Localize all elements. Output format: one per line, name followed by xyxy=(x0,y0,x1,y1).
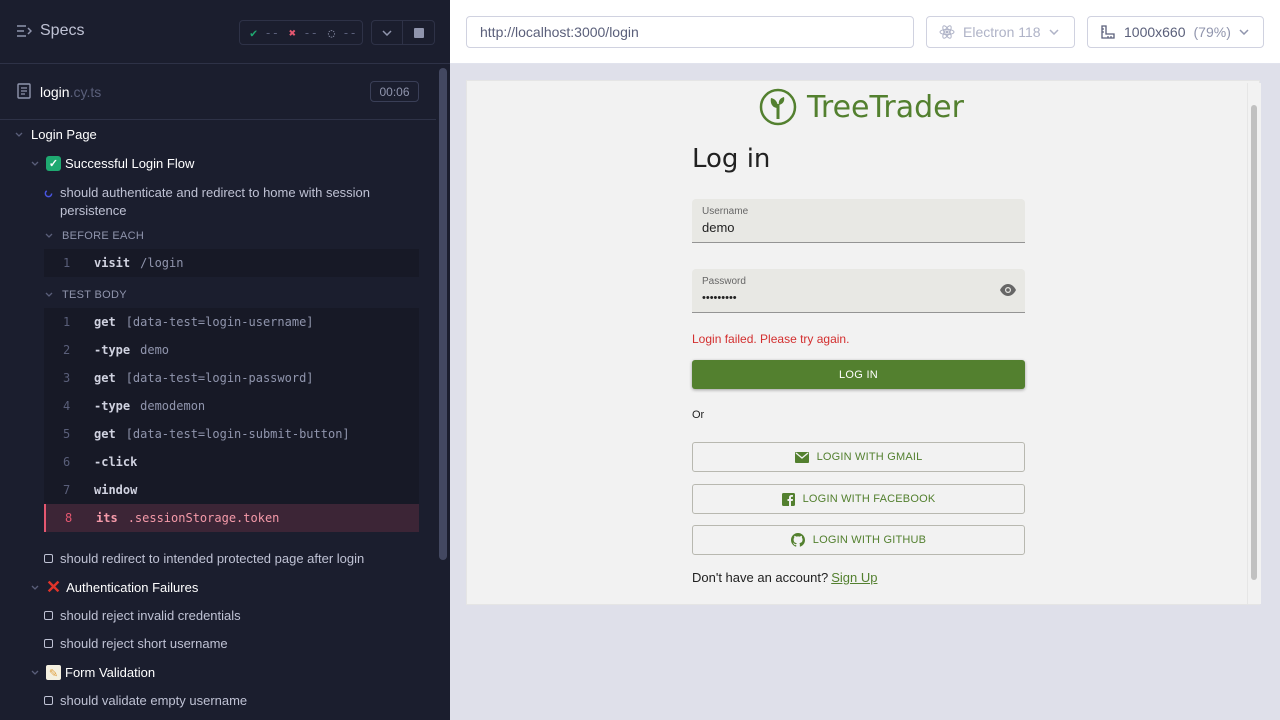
chevron-down-icon xyxy=(382,29,392,36)
running-spinner-icon xyxy=(44,189,53,198)
test-stats: ✔ -- ✖ -- ◌ -- xyxy=(239,20,363,45)
aut-header: http://localhost:3000/login Electron 118… xyxy=(450,0,1280,64)
chevron-down-icon xyxy=(31,161,39,166)
failed-count: ✖ -- xyxy=(288,25,318,40)
test-reject-short-username[interactable]: should reject short username xyxy=(44,636,228,651)
chevron-down-icon xyxy=(45,292,53,297)
aut-panel: http://localhost:3000/login Electron 118… xyxy=(450,0,1280,720)
command-row[interactable]: 7 window xyxy=(44,476,419,504)
command-row[interactable]: 1 get [data-test=login-username] xyxy=(44,308,419,336)
document-icon xyxy=(17,83,31,99)
chevron-down-icon xyxy=(31,585,39,590)
runner-scroll-thumb[interactable] xyxy=(439,68,447,560)
password-field[interactable]: Password ••••••••• xyxy=(692,269,1025,313)
pending-test-icon xyxy=(44,639,53,648)
browser-selector[interactable]: Electron 118 xyxy=(926,16,1075,48)
viewport-selector[interactable]: 1000x660 (79%) xyxy=(1087,16,1264,48)
facebook-icon xyxy=(781,492,795,506)
username-field[interactable]: Username demo xyxy=(692,199,1025,243)
tree-logo-icon xyxy=(759,88,797,126)
suite-login-page[interactable]: Login Page xyxy=(14,127,97,142)
signup-link[interactable]: Sign Up xyxy=(831,570,877,585)
pending-test-icon xyxy=(44,554,53,563)
chevron-down-icon xyxy=(15,132,23,137)
command-row[interactable]: 5 get [data-test=login-submit-button] xyxy=(44,420,419,448)
hook-test-body[interactable]: TEST BODY xyxy=(44,289,127,301)
memo-emoji-icon: ✎ xyxy=(46,665,61,680)
page-title: Log in xyxy=(692,144,771,174)
x-icon: ✖ xyxy=(288,25,297,40)
command-row[interactable]: 6 -click xyxy=(44,448,419,476)
signup-prompt: Don't have an account? Sign Up xyxy=(692,570,878,585)
login-button[interactable]: LOG IN xyxy=(692,360,1025,389)
spec-file-name[interactable]: login.cy.ts xyxy=(40,84,101,100)
command-row[interactable]: 4 -type demodemon xyxy=(44,392,419,420)
error-message: Login failed. Please try again. xyxy=(692,332,850,346)
cross-emoji-icon: ✕ xyxy=(46,577,62,597)
command-row[interactable]: 2 -type demo xyxy=(44,336,419,364)
app-scroll-thumb[interactable] xyxy=(1251,105,1257,580)
specs-list-icon xyxy=(17,25,32,37)
runner-header: Specs ✔ -- ✖ -- ◌ -- xyxy=(0,0,450,64)
or-separator: Or xyxy=(692,409,705,421)
eye-icon[interactable] xyxy=(999,283,1017,297)
stop-button[interactable] xyxy=(403,20,435,45)
options-dropdown-button[interactable] xyxy=(371,20,403,45)
specs-toggle[interactable]: Specs xyxy=(16,22,84,40)
test-validate-empty-username[interactable]: should validate empty username xyxy=(44,693,247,708)
url-bar[interactable]: http://localhost:3000/login xyxy=(466,16,914,48)
spinner-icon: ◌ xyxy=(327,25,336,40)
suite-form-validation[interactable]: ✎ Form Validation xyxy=(30,665,155,680)
chevron-down-icon xyxy=(45,233,53,238)
test-redirect-protected[interactable]: should redirect to intended protected pa… xyxy=(44,551,364,566)
github-icon xyxy=(790,533,805,547)
pending-count: ◌ -- xyxy=(327,25,357,40)
login-gmail-button[interactable]: LOGIN WITH GMAIL xyxy=(692,442,1025,472)
hook-before-each[interactable]: BEFORE EACH xyxy=(44,230,144,242)
passed-count: ✔ -- xyxy=(250,25,279,40)
chevron-down-icon xyxy=(1049,29,1059,35)
test-authenticate-redirect[interactable]: should authenticate and redirect to home… xyxy=(44,184,370,220)
suite-authentication-failures[interactable]: ✕ Authentication Failures xyxy=(30,577,198,597)
ruler-icon xyxy=(1101,25,1115,39)
pending-test-icon xyxy=(44,611,53,620)
login-github-button[interactable]: LOGIN WITH GITHUB xyxy=(692,525,1025,555)
app-iframe: TreeTrader Log in Username demo Password… xyxy=(466,80,1261,605)
chevron-down-icon xyxy=(31,670,39,675)
chevron-down-icon xyxy=(1239,29,1249,35)
brand-logo: TreeTrader xyxy=(759,88,964,126)
pending-test-icon xyxy=(44,696,53,705)
specs-title: Specs xyxy=(40,22,85,39)
command-row[interactable]: 3 get [data-test=login-password] xyxy=(44,364,419,392)
check-emoji-icon: ✓ xyxy=(46,156,61,171)
test-reject-invalid[interactable]: should reject invalid credentials xyxy=(44,608,241,623)
stop-icon xyxy=(413,27,424,38)
mail-icon xyxy=(794,451,809,463)
command-row-active[interactable]: 8 its .sessionStorage.token xyxy=(44,504,419,532)
check-icon: ✔ xyxy=(250,25,258,40)
suite-successful-login[interactable]: ✓ Successful Login Flow xyxy=(30,156,194,171)
runner-panel: Specs ✔ -- ✖ -- ◌ -- login.cy.ts 00:06 L… xyxy=(0,0,450,720)
electron-icon xyxy=(939,25,955,39)
run-timer: 00:06 xyxy=(370,81,419,102)
login-facebook-button[interactable]: LOGIN WITH FACEBOOK xyxy=(692,484,1025,514)
command-row[interactable]: 1 visit /login xyxy=(44,249,419,277)
